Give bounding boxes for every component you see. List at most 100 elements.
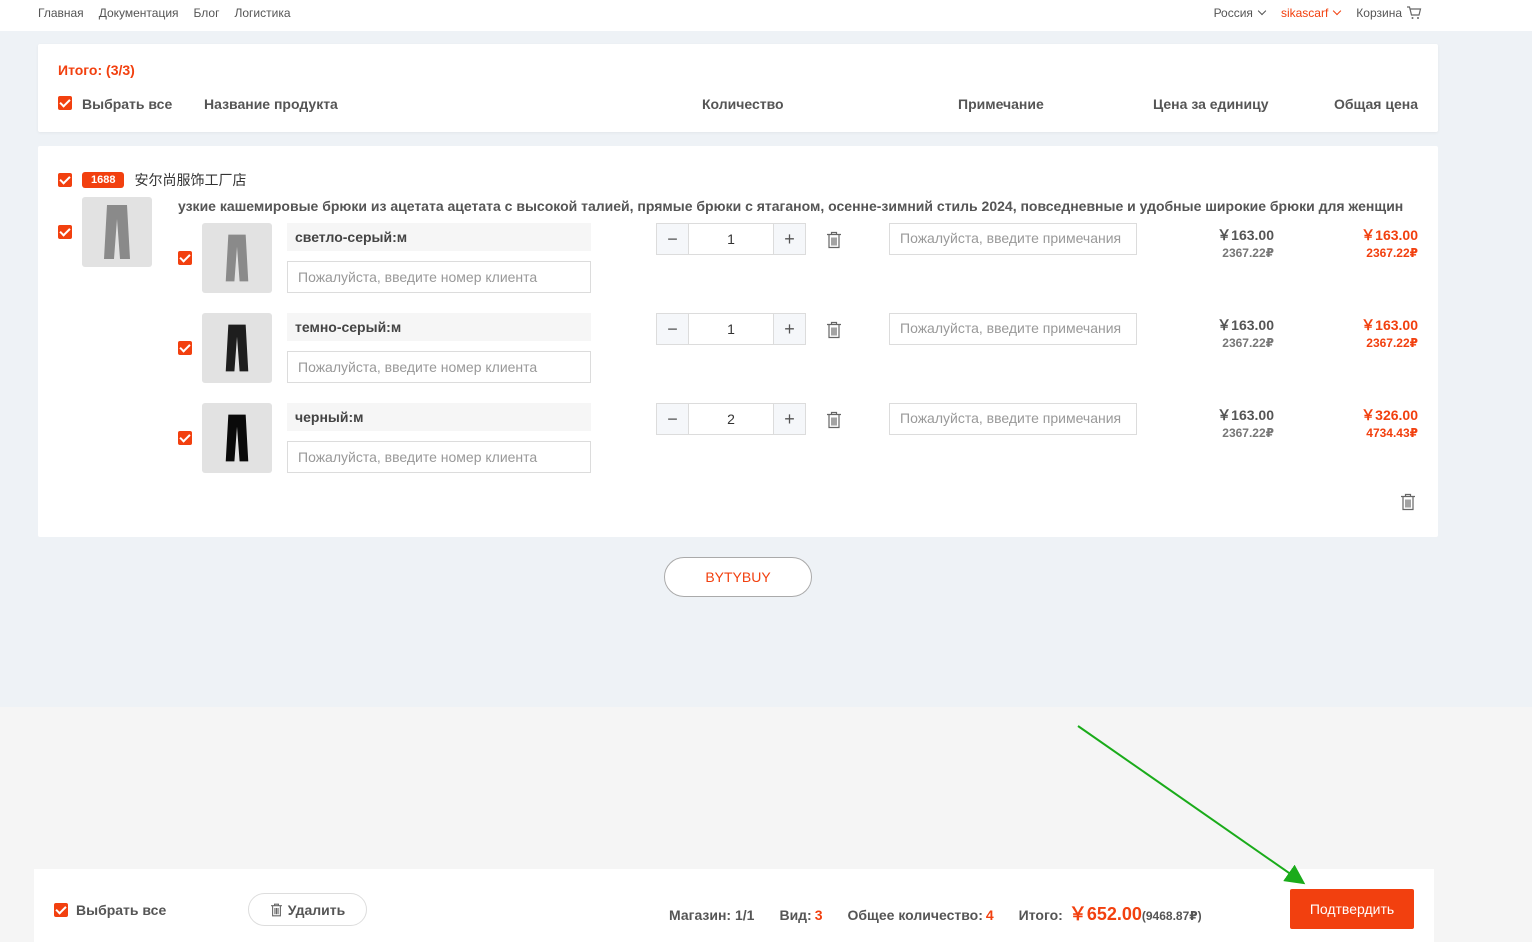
unit-price-rub: 2367.22₽	[1222, 246, 1274, 260]
total-price-rub: 2367.22₽	[1366, 336, 1418, 350]
select-all-label: Выбрать все	[82, 96, 173, 112]
bytybuy-button[interactable]: BYTYBUY	[664, 557, 812, 597]
trash-icon[interactable]	[1400, 493, 1416, 511]
store-badge: 1688	[82, 172, 125, 188]
quantity-stepper: − 1 +	[656, 223, 806, 255]
decrement-button[interactable]: −	[657, 404, 689, 434]
trash-icon[interactable]	[826, 321, 842, 339]
bottom-select-all-checkbox[interactable]	[54, 903, 68, 917]
delete-button[interactable]: Удалить	[248, 893, 367, 926]
unit-price-cny: ￥163.00	[1217, 317, 1274, 333]
increment-button[interactable]: +	[773, 404, 805, 434]
column-headers: Выбрать все Название продукта Количество…	[58, 96, 1418, 114]
total-count-label: Общее количество:	[847, 907, 983, 923]
nav-link-home[interactable]: Главная	[38, 6, 84, 20]
cart-label: Корзина	[1356, 6, 1402, 20]
customer-number-input[interactable]	[287, 261, 591, 293]
decrement-button[interactable]: −	[657, 314, 689, 344]
variant-thumbnail[interactable]	[202, 223, 272, 293]
quantity-stepper: − 2 +	[656, 403, 806, 435]
unit-price-rub: 2367.22₽	[1222, 426, 1274, 440]
variant-name: светло-серый:м	[287, 223, 591, 251]
store-name[interactable]: 安尔尚服饰工厂店	[134, 170, 246, 190]
nav-link-docs[interactable]: Документация	[99, 6, 179, 20]
total-value: ￥652.00	[1068, 904, 1142, 924]
unit-price: ￥163.00 2367.22₽	[1217, 315, 1274, 350]
customer-number-input[interactable]	[287, 351, 591, 383]
kinds-label: Вид:	[779, 907, 812, 923]
top-nav: Главная Документация Блог Логистика Росс…	[0, 0, 1532, 31]
trousers-icon	[225, 324, 249, 372]
total-price: ￥326.00 4734.43₽	[1361, 405, 1418, 440]
note-input[interactable]	[889, 223, 1137, 255]
note-input[interactable]	[889, 403, 1137, 435]
increment-button[interactable]: +	[773, 224, 805, 254]
quantity-value[interactable]: 2	[689, 404, 773, 434]
decrement-button[interactable]: −	[657, 224, 689, 254]
variant-row: светло-серый:м − 1 + ￥163.00 2367.22₽ ￥1…	[38, 223, 1438, 295]
variant-row: темно-серый:м − 1 + ￥163.00 2367.22₽ ￥16…	[38, 313, 1438, 385]
select-all-checkbox[interactable]	[58, 96, 72, 110]
trash-icon[interactable]	[826, 231, 842, 249]
checkout-bar: Выбрать все Удалить Магазин: 1/1 Вид: 3 …	[34, 869, 1434, 942]
variant-name: темно-серый:м	[287, 313, 591, 341]
nav-link-logistics[interactable]: Логистика	[234, 6, 290, 20]
col-note: Примечание	[958, 96, 1044, 112]
bottom-select-all-label: Выбрать все	[76, 902, 167, 918]
nav-links: Главная Документация Блог Логистика	[38, 6, 291, 20]
customer-number-input[interactable]	[287, 441, 591, 473]
trousers-icon	[225, 414, 249, 462]
total-price-cny: ￥163.00	[1361, 317, 1418, 333]
nav-right: Россия sikascarf Корзина	[1214, 6, 1422, 20]
total-label: Итого:	[1018, 907, 1063, 923]
confirm-button[interactable]: Подтвердить	[1290, 889, 1414, 929]
total-price-cny: ￥163.00	[1361, 227, 1418, 243]
unit-price: ￥163.00 2367.22₽	[1217, 225, 1274, 260]
total-price: ￥163.00 2367.22₽	[1361, 315, 1418, 350]
user-name: sikascarf	[1280, 6, 1329, 20]
note-input[interactable]	[889, 313, 1137, 345]
unit-price: ￥163.00 2367.22₽	[1217, 405, 1274, 440]
kinds-value: 3	[814, 907, 823, 923]
quantity-value[interactable]: 1	[689, 314, 773, 344]
trash-icon	[270, 903, 282, 916]
quantity-stepper: − 1 +	[656, 313, 806, 345]
cart-header: Итого: (3/3) Выбрать все Название продук…	[38, 44, 1438, 132]
user-menu[interactable]: sikascarf	[1280, 6, 1342, 20]
increment-button[interactable]: +	[773, 314, 805, 344]
bottom-select-all[interactable]: Выбрать все	[54, 902, 166, 918]
variant-thumbnail[interactable]	[202, 313, 272, 383]
variant-row: черный:м − 2 + ￥163.00 2367.22₽ ￥326.00 …	[38, 403, 1438, 475]
total-price-cny: ￥326.00	[1361, 407, 1418, 423]
region-label: Россия	[1213, 6, 1253, 20]
variant-checkbox[interactable]	[178, 251, 192, 265]
unit-price-rub: 2367.22₽	[1222, 336, 1274, 350]
col-quantity: Количество	[702, 96, 784, 112]
store-checkbox[interactable]	[58, 173, 72, 187]
chevron-down-icon	[1333, 6, 1342, 16]
quantity-value[interactable]: 1	[689, 224, 773, 254]
total-price: ￥163.00 2367.22₽	[1361, 225, 1418, 260]
product-title[interactable]: узкие кашемировые брюки из ацетата ацета…	[178, 198, 1403, 214]
total-value-rub: (9468.87₽)	[1141, 909, 1202, 923]
trousers-icon	[225, 234, 249, 282]
col-unit-price: Цена за единицу	[1153, 96, 1269, 112]
trash-icon[interactable]	[826, 411, 842, 429]
variant-name: черный:м	[287, 403, 591, 431]
col-product: Название продукта	[204, 96, 338, 112]
stores-count: Магазин: 1/1	[669, 907, 755, 923]
cart-link[interactable]: Корзина	[1356, 6, 1422, 20]
cart-icon	[1406, 6, 1422, 20]
checkout-summary: Магазин: 1/1 Вид: 3 Общее количество: 4 …	[669, 900, 1202, 926]
variant-checkbox[interactable]	[178, 431, 192, 445]
variant-thumbnail[interactable]	[202, 403, 272, 473]
region-selector[interactable]: Россия	[1213, 6, 1267, 20]
chevron-down-icon	[1257, 6, 1267, 16]
total-price-rub: 2367.22₽	[1366, 246, 1418, 260]
unit-price-cny: ￥163.00	[1217, 407, 1274, 423]
delete-label: Удалить	[287, 901, 346, 918]
nav-link-blog[interactable]: Блог	[194, 6, 220, 20]
total-count-value: 4	[985, 907, 994, 923]
variant-checkbox[interactable]	[178, 341, 192, 355]
store-card: 1688 安尔尚服饰工厂店 узкие кашемировые брюки из…	[38, 146, 1438, 537]
